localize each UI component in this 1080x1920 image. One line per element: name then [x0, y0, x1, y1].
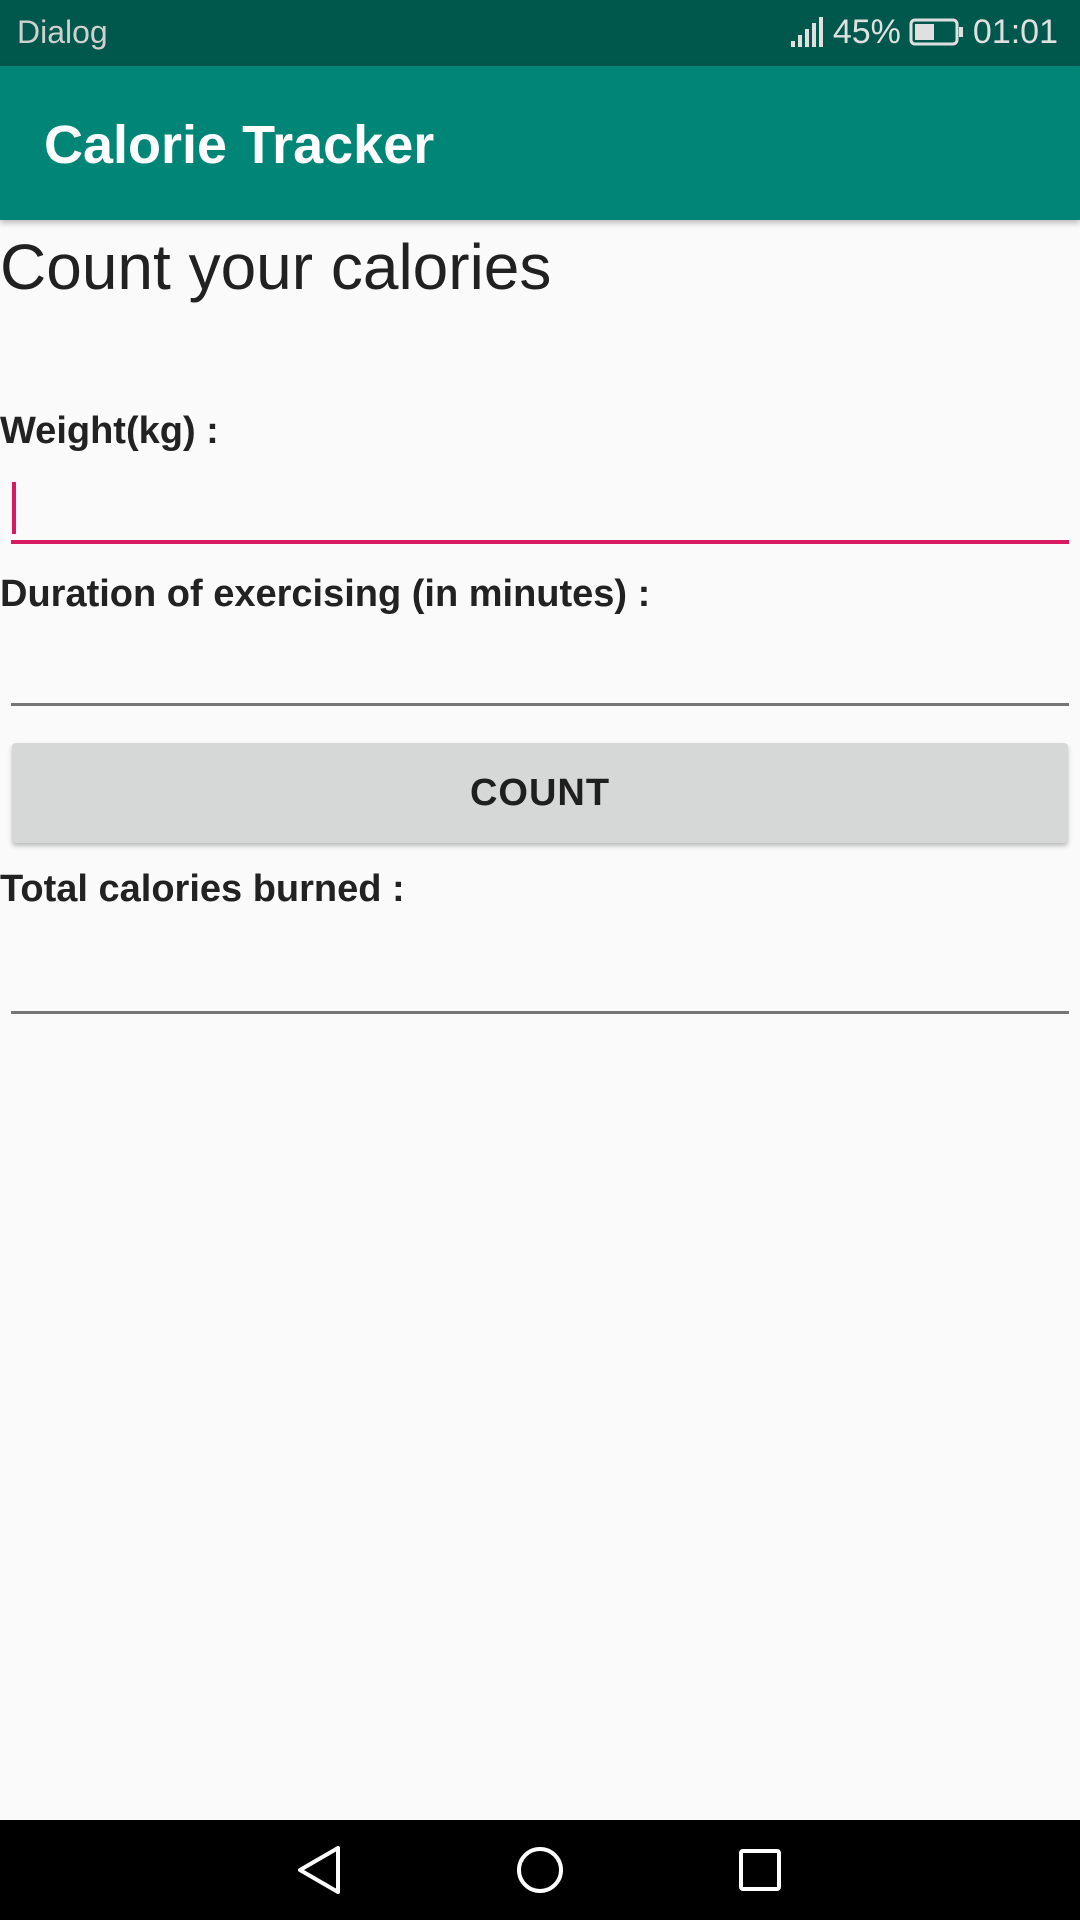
- duration-label: Duration of exercising (in minutes) :: [0, 573, 651, 615]
- status-app-label: Dialog: [17, 14, 108, 50]
- app-title: Calorie Tracker: [44, 115, 435, 175]
- home-button[interactable]: [508, 1838, 572, 1902]
- recents-button[interactable]: [728, 1838, 792, 1902]
- total-calories-label: Total calories burned :: [0, 868, 405, 910]
- duration-input[interactable]: [11, 636, 1069, 706]
- battery-percent: 45%: [832, 12, 901, 51]
- count-button[interactable]: COUNT: [12, 743, 1068, 843]
- status-time: 01:01: [972, 12, 1058, 51]
- page-headline: Count your calories: [0, 231, 552, 303]
- battery-icon: [909, 17, 965, 47]
- text-cursor: [12, 482, 16, 534]
- status-bar: Dialog 45% 01:01: [0, 0, 1080, 66]
- home-icon: [508, 1838, 572, 1902]
- navigation-bar: [0, 1820, 1080, 1920]
- back-button[interactable]: [288, 1838, 352, 1902]
- recents-icon: [728, 1838, 792, 1902]
- back-icon: [288, 1838, 352, 1902]
- signal-icon: [789, 15, 825, 49]
- weight-input[interactable]: [11, 474, 1069, 544]
- screen: Dialog 45% 01:01 Calorie Tracker Count y…: [0, 0, 1080, 1920]
- status-right-group: 45% 01:01: [789, 12, 1058, 52]
- weight-label: Weight(kg) :: [0, 410, 219, 452]
- app-bar: Calorie Tracker: [0, 66, 1080, 220]
- total-calories-field[interactable]: [11, 944, 1069, 1014]
